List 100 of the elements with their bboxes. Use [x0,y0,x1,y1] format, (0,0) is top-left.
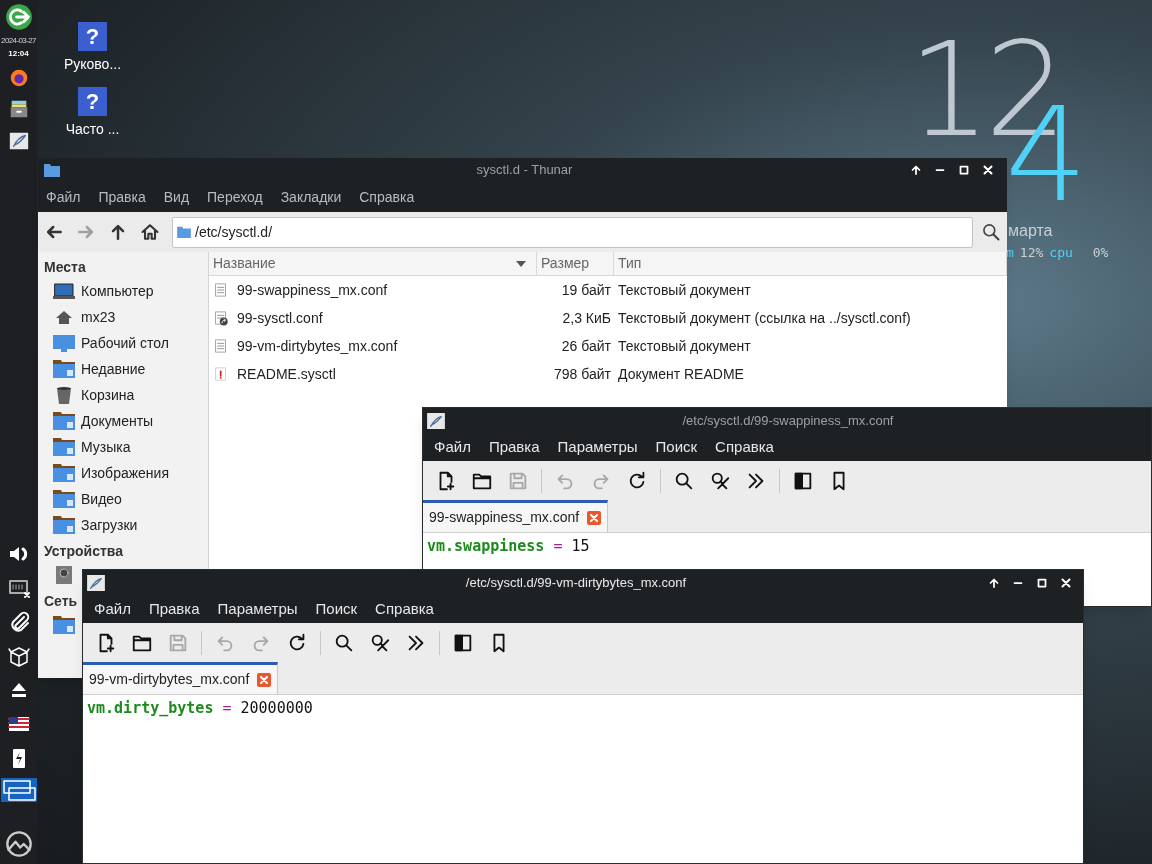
folder-icon [53,464,75,482]
feather-icon [427,412,445,429]
feather-icon [87,574,105,591]
menu-item[interactable]: Справка [359,186,415,208]
maximize-button[interactable] [957,163,971,177]
system-stat: cpu [1049,244,1073,262]
help-icon[interactable]: ? [78,87,107,116]
sidebar-item[interactable]: Недавние [81,358,146,380]
file-type: Документ README [617,364,745,384]
menu-item[interactable]: Правка [98,186,146,208]
raise-button[interactable] [909,163,923,177]
file-size: 798 байт [553,364,612,384]
menu-item[interactable]: Файл [434,435,471,459]
sort-caret-icon [516,260,526,267]
file-type: Текстовый документ [617,336,752,356]
close-button[interactable] [1059,575,1073,590]
side-panel-button[interactable] [452,632,474,654]
system-stat: m [1006,244,1014,262]
window-title: /etc/sysctl.d/99-swappiness_mx.conf [681,411,895,430]
desktop-icon-label[interactable]: Часто ... [65,122,120,136]
menu-item[interactable]: Справка [375,597,434,621]
folder-icon [44,163,60,177]
document-icon [215,282,229,298]
column-header[interactable]: Тип [614,252,1007,275]
sidebar-heading: Устройства [44,542,124,561]
file-name[interactable]: 99-sysctl.conf [237,307,323,329]
menu-item[interactable]: Файл [46,186,81,208]
laptop-icon [53,282,75,300]
file-name[interactable]: 99-vm-dirtybytes_mx.conf [237,335,398,357]
sidebar-item[interactable]: Компьютер [81,280,154,302]
sidebar-item[interactable]: Загрузки [81,514,138,536]
feather-icon[interactable] [7,130,30,152]
menu-item[interactable]: Поиск [315,597,358,621]
mountain-logo-icon[interactable] [4,830,33,858]
folder-icon [53,490,75,508]
folder-icon [53,516,75,534]
file-size: 26 байт [560,336,612,356]
document-icon [215,338,229,354]
close-button[interactable] [981,163,995,177]
file-name[interactable]: 99-swappiness_mx.conf [237,279,388,301]
system-stat: 12% [1019,244,1044,262]
folder-icon [53,412,75,430]
file-type: Текстовый документ [617,280,752,300]
menu-item[interactable]: Справка [715,435,774,459]
folder-icon [53,438,75,456]
help-icon[interactable]: ? [78,22,107,51]
menu-item[interactable]: Правка [488,435,540,459]
sidebar-item[interactable]: mx23 [81,306,116,328]
search-icon[interactable] [981,222,1001,242]
logout-icon[interactable] [4,3,33,31]
sidebar-item[interactable]: Рабочий стол [81,332,169,354]
sidebar-heading: Сеть [44,592,78,611]
file-size: 19 байт [560,280,612,300]
sidebar-heading: Места [44,258,86,277]
file-type: Текстовый документ (ссылка на ../sysctl.conf) [617,308,912,328]
monitor-icon [53,334,75,352]
menu-item[interactable]: Переход [207,186,263,208]
window-title: /etc/sysctl.d/99-vm-dirtybytes_mx.conf [464,573,688,592]
find-replace-button[interactable] [369,632,391,654]
close-icon[interactable] [257,672,272,687]
sidebar-item[interactable]: Видео [81,488,122,510]
folder-icon [53,360,75,378]
menu-item[interactable]: Параметры [557,435,638,459]
menu-item[interactable]: Файл [94,597,131,621]
folder-icon [177,226,191,238]
code-line: vm.swappiness = 15 [427,536,591,557]
box-icon[interactable] [6,644,31,668]
search-button[interactable] [333,632,355,654]
panel-date: 2024-03-27 [1,37,36,45]
sidebar-item[interactable]: Изображения [81,462,169,484]
file-size: 2,3 КиБ [561,308,612,328]
find-replace-button[interactable] [709,470,731,492]
workspace-pager-icon[interactable] [0,778,37,802]
home-button[interactable] [140,222,160,242]
system-stat: 0% [1092,244,1109,262]
search-button[interactable] [673,470,695,492]
address-field[interactable]: /etc/sysctl.d/ [172,216,973,248]
file-name[interactable]: README.sysctl [237,363,336,385]
side-panel-button[interactable] [792,470,814,492]
file-tab[interactable]: 99-vm-dirtybytes_mx.conf [83,662,279,694]
folder-icon [53,616,75,634]
sidebar-item[interactable]: Музыка [81,436,131,458]
close-icon[interactable] [587,510,602,525]
file-tab[interactable]: 99-swappiness_mx.conf [423,500,609,532]
linked-document-icon [215,310,229,326]
drive-icon [53,566,75,584]
sidebar-item[interactable]: Корзина [81,384,135,406]
column-header[interactable]: Размер [537,252,614,275]
warning-document-icon [215,366,229,382]
panel-clock: 12:04 [8,50,29,58]
menu-item[interactable]: Параметры [217,597,298,621]
menu-item[interactable]: Поиск [655,435,698,459]
menu-item[interactable]: Правка [148,597,200,621]
column-header[interactable]: Название [209,252,537,275]
clock-date: марта [1008,221,1053,241]
desktop-icon-label[interactable]: Руково... [63,57,122,71]
window-title: sysctl.d - Thunar [475,161,574,180]
sidebar-item[interactable]: Документы [81,410,154,432]
menu-item[interactable]: Закладки [280,186,342,208]
menu-item[interactable]: Вид [163,186,190,208]
